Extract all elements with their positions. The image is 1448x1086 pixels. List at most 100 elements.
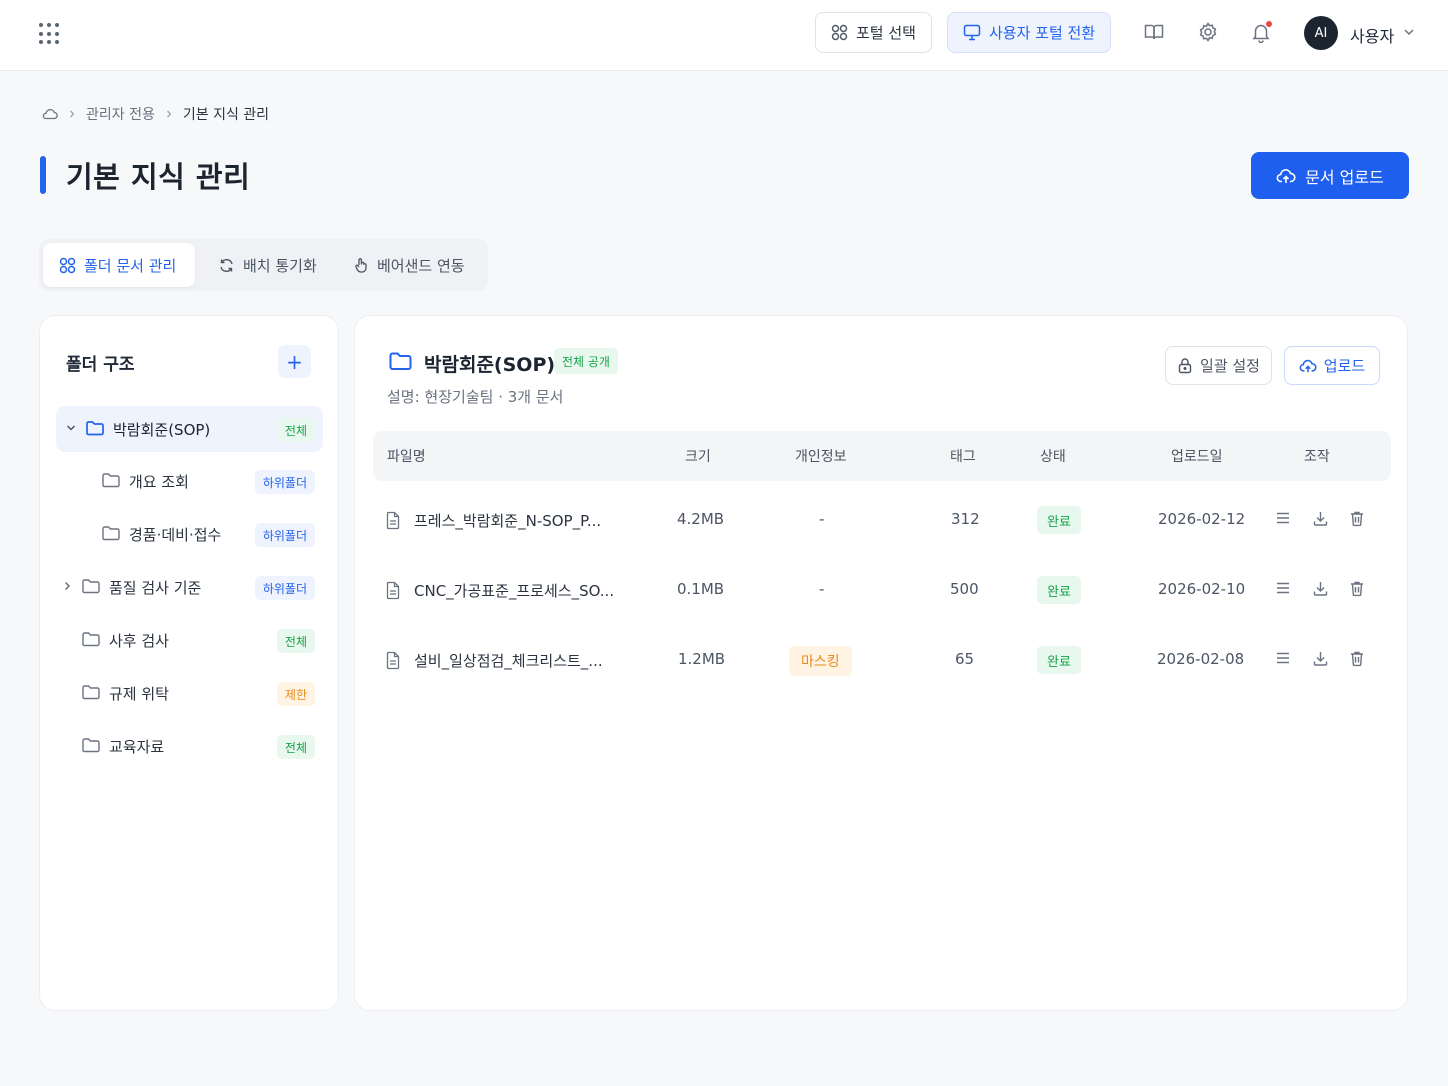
table-header: 파일명 크기 개인정보 태그 상태 업로드일 조작 xyxy=(373,431,1391,481)
download-icon[interactable] xyxy=(1312,650,1329,667)
folder-access-badge: 하위폴더 xyxy=(254,576,315,600)
folder-tree-title: 폴더 구조 xyxy=(66,355,135,375)
document-list-panel: 박람회준(SOP) 전체 공개 설명: 현장기술팀 · 3개 문서 일괄 설정 … xyxy=(354,315,1408,1011)
column-upload-date[interactable]: 업로드일 xyxy=(1171,446,1223,466)
trash-icon[interactable] xyxy=(1349,580,1365,597)
grid-four-icon xyxy=(59,257,76,274)
bulk-settings-label: 일괄 설정 xyxy=(1200,357,1260,375)
file-name[interactable]: 프레스_박람회준_N-SOP_P... xyxy=(414,510,601,531)
add-folder-button[interactable]: + xyxy=(278,345,311,378)
refresh-icon xyxy=(218,257,235,274)
folder-item-quality-inspection[interactable]: 품질 검사 기준 하위폴더 xyxy=(56,564,323,610)
tab-batch-sync[interactable]: 배치 통기화 xyxy=(218,243,317,287)
notification-dot xyxy=(1265,20,1273,28)
column-privacy[interactable]: 개인정보 xyxy=(795,446,847,466)
book-icon[interactable] xyxy=(1143,21,1165,43)
tab-bar: 폴더 문서 관리 배치 통기화 베어샌드 연동 xyxy=(39,239,488,291)
breadcrumb-separator-icon xyxy=(68,109,76,119)
tag-count: 312 xyxy=(951,510,980,528)
title-accent-bar xyxy=(40,156,46,194)
table-row[interactable]: 프레스_박람회준_N-SOP_P... 4.2MB - 312 완료 2026-… xyxy=(373,486,1391,556)
file-name[interactable]: CNC_가공표준_프로세스_SO... xyxy=(414,580,614,601)
folder-item-prize-intake[interactable]: 경품·데비·접수 하위폴더 xyxy=(56,511,323,557)
file-name[interactable]: 설비_일상점검_체크리스트_... xyxy=(414,650,603,671)
folder-description: 설명: 현장기술팀 · 3개 문서 xyxy=(387,388,564,406)
document-upload-label: 문서 업로드 xyxy=(1305,167,1384,187)
folder-item-education[interactable]: 교육자료 전체 xyxy=(56,723,323,769)
status-badge: 완료 xyxy=(1037,506,1081,534)
folder-item-overview[interactable]: 개요 조회 하위폴더 xyxy=(56,458,323,504)
breadcrumb-separator-icon xyxy=(165,109,173,119)
list-detail-icon[interactable] xyxy=(1275,510,1291,526)
user-name[interactable]: 사용자 xyxy=(1350,23,1394,47)
table-row[interactable]: 설비_일상점검_체크리스트_... 1.2MB 마스킹 65 완료 2026-0… xyxy=(373,626,1391,696)
list-detail-icon[interactable] xyxy=(1275,580,1291,596)
table-row[interactable]: CNC_가공표준_프로세스_SO... 0.1MB - 500 완료 2026-… xyxy=(373,556,1391,626)
file-icon xyxy=(385,651,401,670)
portal-select-button[interactable]: 포털 선택 xyxy=(815,12,932,53)
breadcrumb: 관리자 전용 기본 지식 관리 xyxy=(42,104,269,124)
download-icon[interactable] xyxy=(1312,510,1329,527)
tab-label: 베어샌드 연동 xyxy=(377,256,465,275)
document-upload-button[interactable]: 문서 업로드 xyxy=(1251,152,1409,199)
folder-access-badge: 제한 xyxy=(276,682,315,706)
chevron-down-icon[interactable] xyxy=(65,422,77,434)
folder-name: 사후 검사 xyxy=(109,632,169,650)
cloud-upload-icon xyxy=(1299,358,1317,374)
file-icon xyxy=(385,581,401,600)
app-grid-icon[interactable] xyxy=(38,22,62,46)
bulk-settings-button[interactable]: 일괄 설정 xyxy=(1165,346,1272,385)
upload-date: 2026-02-12 xyxy=(1158,510,1246,528)
folder-icon xyxy=(81,577,101,595)
visibility-badge: 전체 공개 xyxy=(554,348,618,374)
top-bar: 포털 선택 사용자 포털 전환 AI 사용자 xyxy=(0,0,1448,71)
trash-icon[interactable] xyxy=(1349,650,1365,667)
folder-tree-panel: 폴더 구조 + 박람회준(SOP) 전체 개요 조회 하위폴더 경품·데비·접수… xyxy=(39,315,339,1011)
folder-item-regulation[interactable]: 규제 위탁 제한 xyxy=(56,670,323,716)
tab-sandbox-integration[interactable]: 베어샌드 연동 xyxy=(353,243,465,287)
folder-icon xyxy=(81,736,101,754)
column-status[interactable]: 상태 xyxy=(1040,446,1066,466)
folder-access-badge: 전체 xyxy=(276,735,315,759)
column-filename[interactable]: 파일명 xyxy=(387,446,426,466)
tag-count: 500 xyxy=(950,580,979,598)
plus-icon: + xyxy=(286,349,303,374)
cloud-upload-icon xyxy=(1276,167,1296,185)
column-tags[interactable]: 태그 xyxy=(950,446,976,466)
folder-title: 박람회준(SOP) xyxy=(424,354,556,376)
status-badge: 완료 xyxy=(1037,646,1081,674)
home-cloud-icon[interactable] xyxy=(42,107,58,121)
avatar-initials: AI xyxy=(1314,25,1328,41)
gear-icon[interactable] xyxy=(1197,21,1219,43)
column-size[interactable]: 크기 xyxy=(685,446,711,466)
list-detail-icon[interactable] xyxy=(1275,650,1291,666)
trash-icon[interactable] xyxy=(1349,510,1365,527)
download-icon[interactable] xyxy=(1312,580,1329,597)
privacy-value: - xyxy=(819,510,825,528)
portal-select-label: 포털 선택 xyxy=(856,24,916,42)
chevron-down-icon[interactable] xyxy=(1402,25,1416,39)
grid-four-icon xyxy=(831,24,848,41)
folder-name: 박람회준(SOP) xyxy=(113,421,211,439)
tab-folder-documents[interactable]: 폴더 문서 관리 xyxy=(43,243,195,287)
folder-icon xyxy=(85,419,105,437)
avatar[interactable]: AI xyxy=(1304,16,1338,50)
chevron-right-icon[interactable] xyxy=(61,580,73,592)
upload-date: 2026-02-10 xyxy=(1158,580,1246,598)
folder-access-badge: 전체 xyxy=(276,629,315,653)
column-actions: 조작 xyxy=(1304,449,1330,465)
breadcrumb-level1[interactable]: 관리자 전용 xyxy=(86,104,155,124)
folder-name: 개요 조회 xyxy=(129,473,189,491)
hand-pointer-icon xyxy=(353,257,369,273)
tag-count: 65 xyxy=(955,650,975,668)
folder-icon xyxy=(81,630,101,648)
upload-button[interactable]: 업로드 xyxy=(1284,346,1380,385)
folder-item-post-inspection[interactable]: 사후 검사 전체 xyxy=(56,617,323,663)
folder-item-sop[interactable]: 박람회준(SOP) 전체 xyxy=(56,406,323,452)
user-portal-switch-label: 사용자 포털 전환 xyxy=(989,24,1096,42)
folder-name: 교육자료 xyxy=(109,738,165,756)
folder-icon xyxy=(101,471,121,489)
folder-access-badge: 전체 xyxy=(276,418,315,442)
file-icon xyxy=(385,511,401,530)
user-portal-switch-button[interactable]: 사용자 포털 전환 xyxy=(947,12,1111,53)
